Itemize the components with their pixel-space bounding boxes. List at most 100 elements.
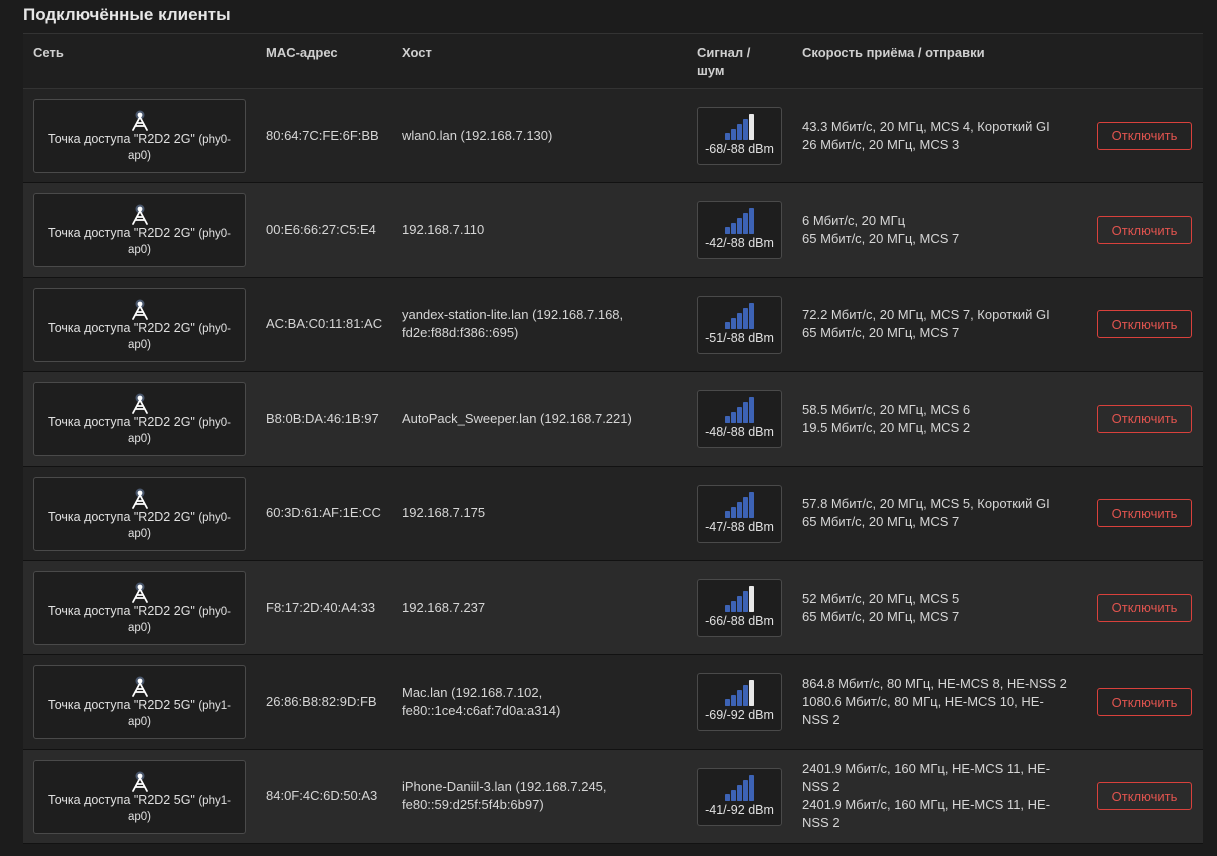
signal-value: -42/-88 dBm [705,236,774,251]
network-label: Точка доступа "R2D2 2G" (phy0- ap0) [34,321,245,353]
signal-badge: -41/-92 dBm [697,767,782,826]
signal-value: -48/-88 dBm [705,425,774,440]
signal-badge: -66/-88 dBm [697,578,782,637]
network-name: Точка доступа "R2D2 2G" [48,132,195,146]
network-name: Точка доступа "R2D2 2G" [48,603,195,618]
signal-strength-icon [724,680,754,707]
rate-line1: 43.3 Мбит/с, 20 МГц, MCS 4, Короткий GI [802,118,1050,134]
signal-badge: -51/-88 dBm [697,295,782,354]
signal-bar [736,595,742,612]
network-badge: Точка доступа "R2D2 2G" (phy0- ap0) [33,193,246,268]
rate: 57.8 Мбит/с, 20 МГц, MCS 5, Короткий GI … [802,495,1082,531]
signal-bar [724,321,730,329]
signal-value: -66/-88 dBm [705,613,774,628]
disconnect-button[interactable]: Отключить [1097,688,1192,717]
network-name: Точка доступа "R2D2 2G" [48,226,195,241]
host: 192.168.7.110 [402,221,672,239]
signal-bar [724,133,730,140]
rate: 52 Мбит/с, 20 МГц, MCS 5 65 Мбит/с, 20 М… [802,590,1082,626]
network-iface-b: ap0) [127,338,152,351]
signal-bar [730,695,736,707]
disconnect-button[interactable]: Отключить [1097,593,1192,622]
rate: 864.8 Мбит/с, 80 МГц, HE-MCS 8, HE-NSS 2… [802,675,1082,729]
network-iface-b: ap0) [127,810,152,823]
signal-bar [748,397,754,424]
col-network: Сеть [33,45,64,60]
disconnect-button[interactable]: Отключить [1097,499,1192,528]
network-label: Точка доступа "R2D2 5G" (phy1- ap0) [34,698,245,730]
rate-line2: 65 Мбит/с, 20 МГц, MCS 7 [802,514,960,530]
signal-value: -68/-88 dBm [705,142,774,156]
signal-value: -51/-88 dBm [705,330,774,345]
disconnect-button[interactable]: Отключить [1097,216,1192,245]
mac-address: 84:0F:4C:6D:50:A3 [266,788,378,804]
host-line2: fd2e:f88d:f386::695) [402,325,519,341]
signal-bar [724,227,730,235]
access-point-icon [131,204,148,226]
network-name: Точка доступа "R2D2 5G" [48,698,195,713]
network-iface-a: (phy0- [198,605,231,618]
rate-line2: 65 Мбит/с, 20 МГц, MCS 7 [802,608,960,624]
network-badge: Точка доступа "R2D2 5G" (phy1- ap0) [33,759,246,834]
host: yandex-station-lite.lan (192.168.7.168, … [402,306,672,342]
host: Mac.lan (192.168.7.102, fe80::1ce4:c6af:… [402,684,672,720]
signal-bar [742,119,748,140]
signal-bar [742,779,748,801]
rate: 72.2 Мбит/с, 20 МГц, MCS 7, Короткий GI … [802,306,1082,342]
clients-table: Сеть MAC-адрес Хост Сигнал / шум Скорост… [23,33,1203,845]
access-point-icon [131,110,148,131]
network-iface-b: ap0) [127,621,152,634]
table-row: Точка доступа "R2D2 2G" (phy0- ap0) B8:0B… [23,372,1203,467]
signal-bar [742,496,748,518]
rate-line1: 52 Мбит/с, 20 МГц, MCS 5 [802,590,960,606]
rate-line2: 65 Мбит/с, 20 МГц, MCS 7 [802,325,960,341]
network-iface-a: (phy0- [198,228,231,241]
signal-bar [730,412,736,424]
rate: 6 Мбит/с, 20 МГц 65 Мбит/с, 20 МГц, MCS … [802,212,1082,248]
signal-bar [736,218,742,235]
rate-line1: 57.8 Мбит/с, 20 МГц, MCS 5, Короткий GI [802,496,1050,512]
network-badge: Точка доступа "R2D2 5G" (phy1- ap0) [33,665,246,740]
signal-bar [724,510,730,518]
disconnect-button[interactable]: Отключить [1097,310,1192,339]
signal-badge: -69/-92 dBm [697,673,782,732]
rate-line3: NSS 2 [802,712,840,728]
signal-bar [730,600,736,612]
signal-value: -69/-92 dBm [705,708,774,723]
host-line2: fe80::59:d25f:5f4b:6b97) [402,797,544,813]
signal-bar [748,680,754,707]
rate-line3: 2401.9 Мбит/с, 160 МГц, HE-MCS 11, HE- [802,797,1051,813]
network-name: Точка доступа "R2D2 2G" [48,415,195,430]
signal-bar [742,402,748,424]
host: 192.168.7.175 [402,504,672,522]
disconnect-button[interactable]: Отключить [1097,782,1192,811]
signal-strength-icon [724,774,754,801]
signal-badge: -48/-88 dBm [697,390,782,449]
signal-strength-icon [724,491,754,518]
signal-badge: -68/-88 dBm [697,107,782,165]
signal-bar [730,317,736,329]
rate: 58.5 Мбит/с, 20 МГц, MCS 6 19.5 Мбит/с, … [802,401,1082,437]
signal-bar [736,312,742,329]
signal-bar [730,129,736,140]
rate-line4: NSS 2 [802,815,840,831]
rate: 2401.9 Мбит/с, 160 МГц, HE-MCS 11, HE- N… [802,760,1082,832]
network-label: Точка доступа "R2D2 2G" (phy0- ap0) [34,510,245,542]
disconnect-button[interactable]: Отключить [1097,404,1192,433]
network-iface-b: ap0) [127,527,152,540]
rate-line1: 72.2 Мбит/с, 20 МГц, MCS 7, Короткий GI [802,307,1050,323]
disconnect-button[interactable]: Отключить [1097,121,1192,150]
signal-bar [724,604,730,612]
signal-value: -47/-88 dBm [705,519,774,534]
rate-line1: 864.8 Мбит/с, 80 МГц, HE-MCS 8, HE-NSS 2 [802,676,1067,692]
network-label: Точка доступа "R2D2 2G" (phy0- ap0) [34,226,245,258]
signal-badge: -42/-88 dBm [697,201,782,260]
host-line2: fe80::1ce4:c6af:7d0a:a314) [402,703,561,719]
access-point-icon [131,393,148,415]
host-line1: 192.168.7.175 [402,505,486,521]
network-iface-a: (phy0- [198,511,231,524]
col-host: Хост [402,45,432,60]
mac-address: F8:17:2D:40:A4:33 [266,599,376,615]
signal-strength-icon [724,114,754,140]
host: 192.168.7.237 [402,599,672,617]
